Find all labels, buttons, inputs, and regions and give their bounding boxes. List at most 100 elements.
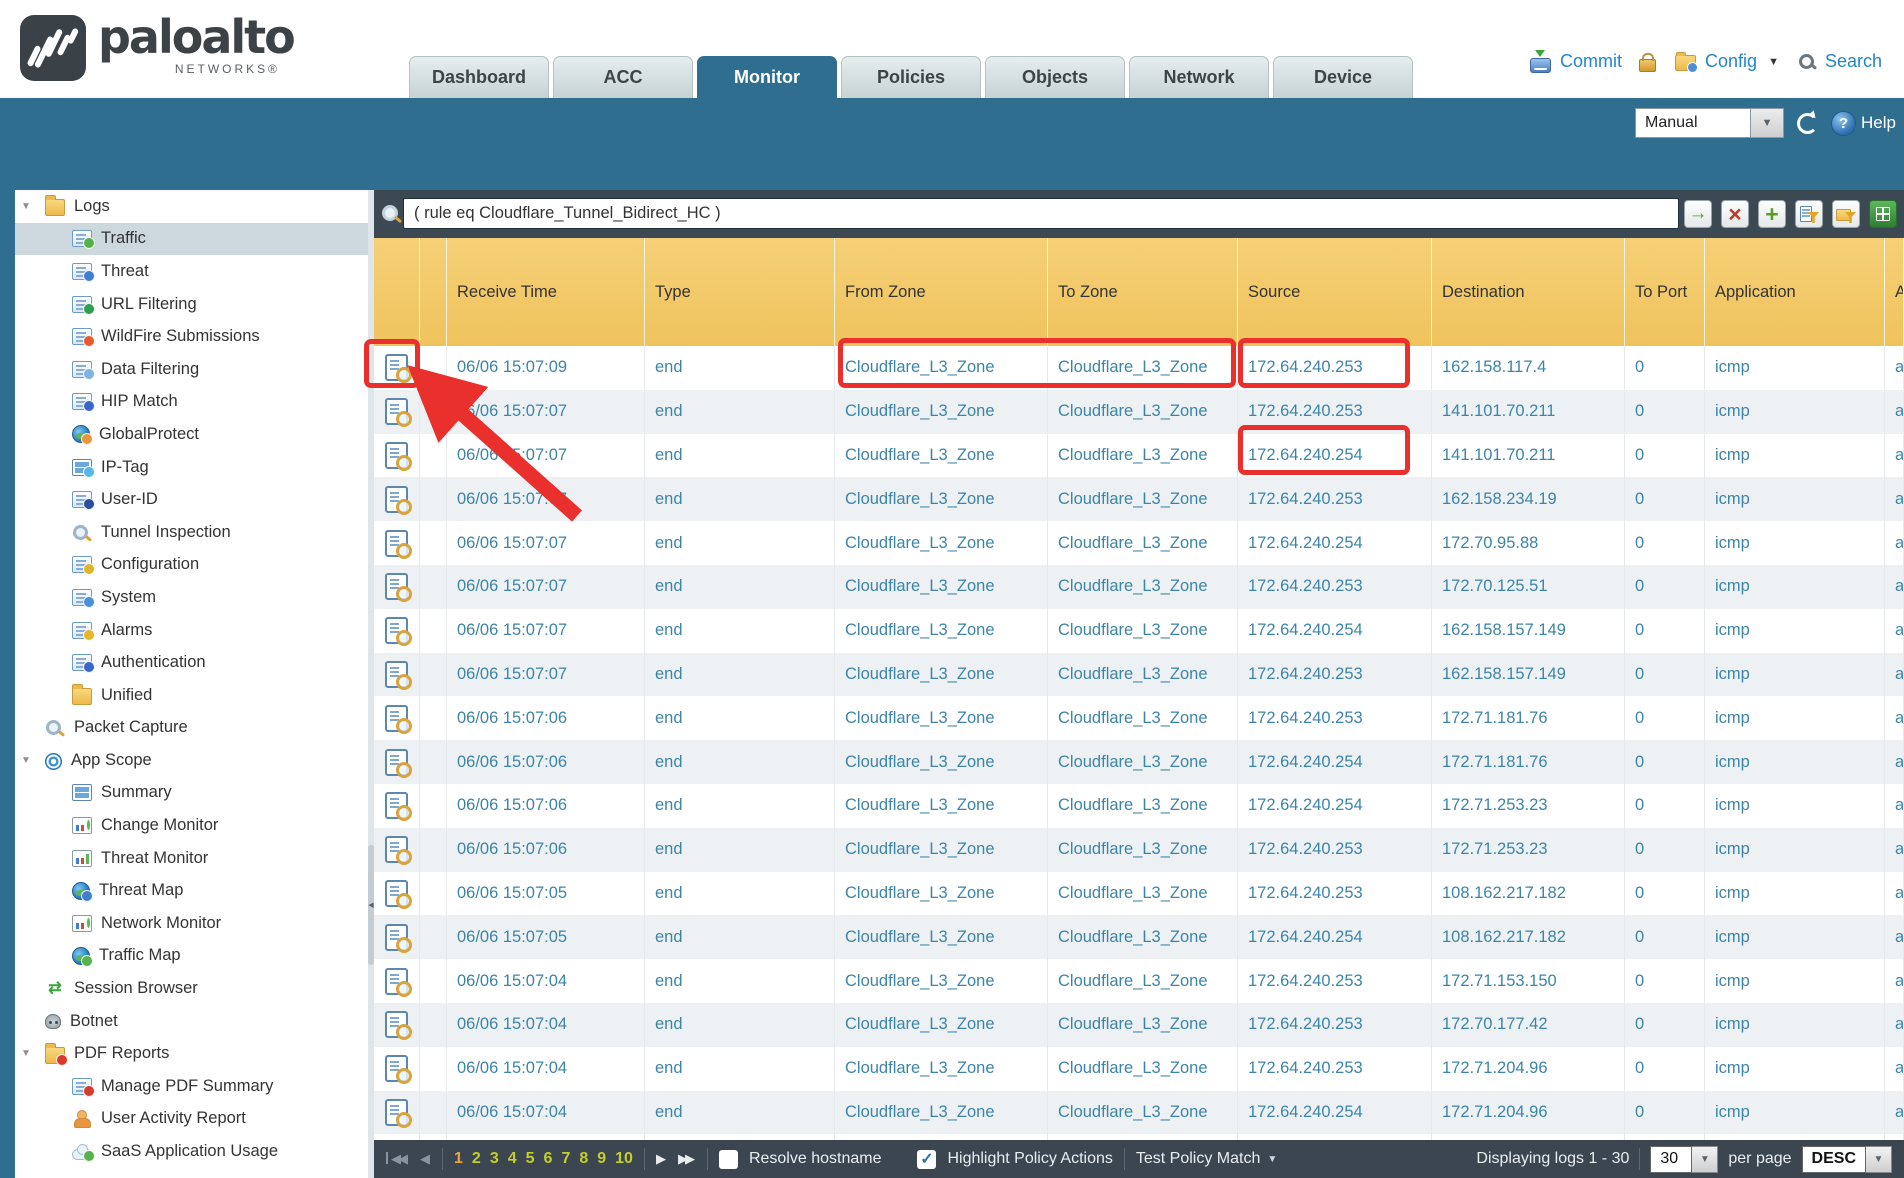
column-header-type[interactable]: Type (645, 238, 835, 346)
expander-icon[interactable]: ▼ (21, 201, 45, 212)
cell-to_zone[interactable]: Cloudflare_L3_Zone (1048, 565, 1238, 609)
cell-destination[interactable]: 108.162.217.182 (1432, 872, 1625, 916)
cell-to_port[interactable]: 0 (1625, 390, 1705, 434)
sidebar-item-alarms[interactable]: Alarms (15, 614, 368, 647)
sidebar-item-traffic-map[interactable]: Traffic Map (15, 940, 368, 973)
cell-to_zone[interactable]: Cloudflare_L3_Zone (1048, 609, 1238, 653)
cell-source[interactable]: 172.64.240.254 (1238, 521, 1432, 565)
sidebar-item-system[interactable]: System (15, 581, 368, 614)
column-header-application[interactable]: Application (1705, 238, 1885, 346)
cell-to_port[interactable]: 0 (1625, 477, 1705, 521)
sidebar-item-url-filtering[interactable]: URL Filtering (15, 288, 368, 321)
sidebar-item-threat-map[interactable]: Threat Map (15, 874, 368, 907)
tab-acc[interactable]: ACC (553, 56, 693, 98)
log-detail-icon[interactable] (385, 354, 408, 381)
test-policy-match-button[interactable]: Test Policy Match ▼ (1136, 1150, 1277, 1168)
cell-type[interactable]: end (645, 1091, 835, 1135)
cell-type[interactable]: end (645, 565, 835, 609)
highlight-policy-actions-checkbox[interactable]: ✓ (917, 1150, 936, 1169)
cell-destination[interactable]: 162.158.157.149 (1432, 609, 1625, 653)
cell-type[interactable]: end (645, 1047, 835, 1091)
sidebar-item-traffic[interactable]: Traffic (15, 223, 368, 256)
sidebar-item-hip-match[interactable]: HIP Match (15, 386, 368, 419)
log-detail-icon[interactable] (385, 968, 408, 995)
cell-to_port[interactable]: 0 (1625, 653, 1705, 697)
per-page-caret-icon[interactable]: ▼ (1692, 1146, 1718, 1173)
cell-receive_time[interactable]: 06/06 15:07:05 (447, 872, 645, 916)
next-page-button[interactable]: ▶ (656, 1151, 667, 1167)
cell-to_port[interactable]: 0 (1625, 828, 1705, 872)
cell-source[interactable]: 172.64.240.253 (1238, 477, 1432, 521)
cell-to_port[interactable]: 0 (1625, 915, 1705, 959)
cell-from_zone[interactable]: Cloudflare_L3_Zone (835, 872, 1048, 916)
cell-source[interactable]: 172.64.240.254 (1238, 740, 1432, 784)
cell-source[interactable]: 172.64.240.253 (1238, 872, 1432, 916)
cell-source[interactable]: 172.64.240.253 (1238, 1047, 1432, 1091)
cell-type[interactable]: end (645, 828, 835, 872)
log-detail-icon[interactable] (385, 1055, 408, 1082)
cell-receive_time[interactable]: 06/06 15:07:05 (447, 915, 645, 959)
page-number-4[interactable]: 4 (508, 1150, 517, 1168)
log-detail-icon[interactable] (385, 1011, 408, 1038)
refresh-mode-select[interactable]: Manual ▼ (1635, 108, 1784, 138)
cell-receive_time[interactable]: 06/06 15:07:06 (447, 784, 645, 828)
cell-action[interactable]: a (1885, 696, 1904, 740)
config-button[interactable]: Config (1705, 51, 1757, 72)
sidebar-item-data-filtering[interactable]: Data Filtering (15, 353, 368, 386)
column-header-to_port[interactable]: To Port (1625, 238, 1705, 346)
cell-from_zone[interactable]: Cloudflare_L3_Zone (835, 346, 1048, 390)
sidebar-item-saas-application-usage[interactable]: SaaS Application Usage (15, 1135, 368, 1168)
cell-receive_time[interactable]: 06/06 15:07:04 (447, 1003, 645, 1047)
cell-to_port[interactable]: 0 (1625, 872, 1705, 916)
cell-to_port[interactable]: 0 (1625, 1003, 1705, 1047)
cell-from_zone[interactable]: Cloudflare_L3_Zone (835, 1003, 1048, 1047)
cell-source[interactable]: 172.64.240.253 (1238, 828, 1432, 872)
cell-to_zone[interactable]: Cloudflare_L3_Zone (1048, 521, 1238, 565)
resolve-hostname-checkbox[interactable] (719, 1150, 738, 1169)
cell-to_port[interactable]: 0 (1625, 1091, 1705, 1135)
lock-icon[interactable] (1639, 59, 1656, 72)
cell-application[interactable]: icmp (1705, 915, 1885, 959)
cell-to_zone[interactable]: Cloudflare_L3_Zone (1048, 740, 1238, 784)
cell-from_zone[interactable]: Cloudflare_L3_Zone (835, 1091, 1048, 1135)
refresh-mode-caret-icon[interactable]: ▼ (1751, 108, 1784, 138)
cell-destination[interactable]: 162.158.234.19 (1432, 477, 1625, 521)
cell-from_zone[interactable]: Cloudflare_L3_Zone (835, 696, 1048, 740)
sidebar-item-packet-capture[interactable]: Packet Capture (15, 712, 368, 745)
cell-application[interactable]: icmp (1705, 521, 1885, 565)
cell-from_zone[interactable]: Cloudflare_L3_Zone (835, 565, 1048, 609)
cell-to_port[interactable]: 0 (1625, 521, 1705, 565)
cell-action[interactable]: a (1885, 784, 1904, 828)
tab-device[interactable]: Device (1273, 56, 1413, 98)
clear-filter-button[interactable]: × (1721, 200, 1749, 228)
cell-receive_time[interactable]: 06/06 15:07:07 (447, 390, 645, 434)
cell-destination[interactable]: 162.158.157.149 (1432, 653, 1625, 697)
cell-to_zone[interactable]: Cloudflare_L3_Zone (1048, 784, 1238, 828)
cell-application[interactable]: icmp (1705, 390, 1885, 434)
cell-destination[interactable]: 172.71.181.76 (1432, 696, 1625, 740)
cell-to_port[interactable]: 0 (1625, 696, 1705, 740)
cell-application[interactable]: icmp (1705, 696, 1885, 740)
cell-to_zone[interactable]: Cloudflare_L3_Zone (1048, 696, 1238, 740)
log-detail-icon[interactable] (385, 836, 408, 863)
cell-type[interactable]: end (645, 521, 835, 565)
cell-type[interactable]: end (645, 959, 835, 1003)
cell-from_zone[interactable]: Cloudflare_L3_Zone (835, 477, 1048, 521)
column-header-source[interactable]: Source (1238, 238, 1432, 346)
cell-destination[interactable]: 172.71.153.150 (1432, 959, 1625, 1003)
cell-application[interactable]: icmp (1705, 565, 1885, 609)
cell-source[interactable]: 172.64.240.253 (1238, 1003, 1432, 1047)
cell-type[interactable]: end (645, 696, 835, 740)
tab-network[interactable]: Network (1129, 56, 1269, 98)
cell-type[interactable]: end (645, 1003, 835, 1047)
load-filter-button[interactable] (1832, 200, 1860, 228)
log-detail-icon[interactable] (385, 792, 408, 819)
cell-to_zone[interactable]: Cloudflare_L3_Zone (1048, 477, 1238, 521)
cell-source[interactable]: 172.64.240.253 (1238, 696, 1432, 740)
sidebar-item-unified[interactable]: Unified (15, 679, 368, 712)
cell-application[interactable]: icmp (1705, 609, 1885, 653)
sidebar-item-change-monitor[interactable]: Change Monitor (15, 809, 368, 842)
cell-destination[interactable]: 172.71.253.23 (1432, 784, 1625, 828)
sort-order-select[interactable]: DESC ▼ (1802, 1146, 1892, 1173)
cell-to_zone[interactable]: Cloudflare_L3_Zone (1048, 828, 1238, 872)
